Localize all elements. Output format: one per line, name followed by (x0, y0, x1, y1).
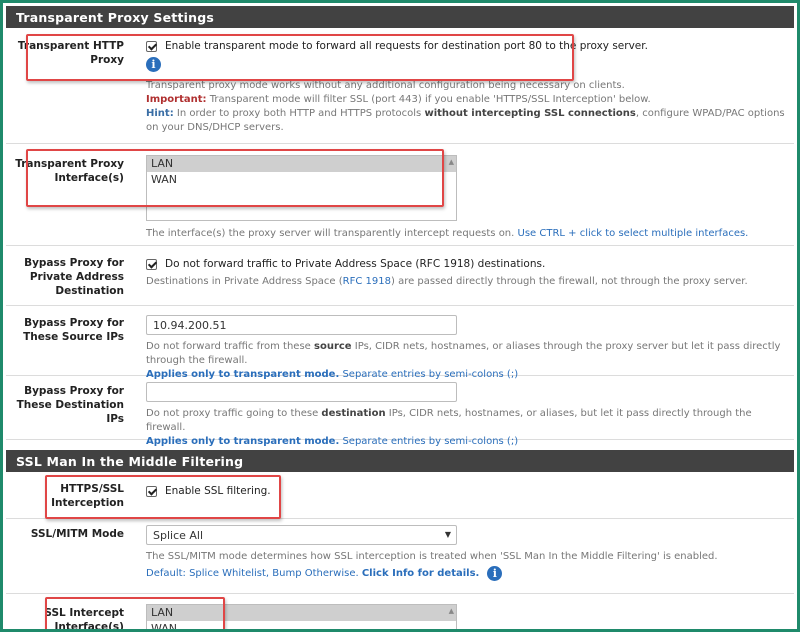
bypass-dest-input[interactable] (146, 382, 457, 402)
help-text-b: ) are passed directly through the firewa… (390, 276, 748, 287)
help-text: The SSL/MITM mode determines how SSL int… (146, 551, 718, 562)
help-text: Destinations in Private Address Space ( (146, 276, 343, 287)
section-header-transparent: Transparent Proxy Settings (6, 6, 794, 28)
field-label: Bypass Proxy for Private Address Destina… (24, 257, 124, 297)
section-header-ssl: SSL Man In the Middle Filtering (6, 450, 794, 472)
select-value: Splice All (153, 529, 204, 542)
checkbox-label: Enable transparent mode to forward all r… (165, 40, 648, 52)
scroll-up-icon[interactable]: ▲ (449, 607, 454, 615)
scroll-up-icon[interactable]: ▲ (449, 158, 454, 166)
field-label: Transparent Proxy Interface(s) (15, 158, 124, 184)
help-bold: destination (321, 408, 386, 419)
transparent-http-checkbox[interactable] (146, 40, 157, 52)
row-proxy-interface: Transparent Proxy Interface(s) LAN WAN ▲… (6, 144, 794, 246)
checkbox-label: Do not forward traffic to Private Addres… (165, 258, 546, 270)
listbox-option-wan[interactable]: WAN (147, 621, 456, 629)
help-text: Do not proxy traffic going to these (146, 408, 319, 419)
default-note: Default: Splice Whitelist, Bump Otherwis… (146, 567, 359, 579)
row-bypass-source: Bypass Proxy for These Source IPs 10.94.… (6, 306, 794, 380)
applies-note: Applies only to transparent mode. (146, 436, 340, 447)
field-label: HTTPS/SSL Interception (51, 483, 124, 509)
help-link[interactable]: Use CTRL + click to select multiple inte… (518, 228, 749, 239)
field-label: SSL/MITM Mode (30, 528, 124, 540)
help-text: Transparent proxy mode works without any… (146, 80, 625, 91)
separate-note: Separate entries by semi-colons (;) (342, 436, 519, 447)
field-label: Bypass Proxy for These Source IPs (23, 317, 124, 343)
field-label: SSL Intercept Interface(s) (44, 607, 124, 632)
section-title: SSL Man In the Middle Filtering (16, 454, 244, 469)
listbox-option-lan[interactable]: LAN (147, 156, 456, 172)
help-text: Do not forward traffic from these (146, 341, 311, 352)
listbox-option-lan[interactable]: LAN (147, 605, 456, 621)
rfc-link[interactable]: RFC 1918 (343, 276, 391, 287)
field-label: Transparent HTTP Proxy (17, 40, 124, 66)
mitm-mode-select[interactable]: Splice All ▼ (146, 525, 457, 545)
row-intercept-interface: SSL Intercept Interface(s) LAN WAN ▲ (6, 594, 794, 632)
hint-label: Hint: (146, 108, 174, 119)
field-label: Bypass Proxy for These Destination IPs (16, 385, 124, 425)
ssl-filtering-checkbox[interactable] (146, 485, 157, 497)
important-text: Transparent mode will filter SSL (port 4… (209, 94, 651, 105)
checkbox-label: Enable SSL filtering. (165, 485, 271, 497)
row-mitm-mode: SSL/MITM Mode Splice All ▼ The SSL/MITM … (6, 519, 794, 594)
info-icon[interactable]: i (487, 566, 503, 581)
help-bold: source (314, 341, 352, 352)
row-bypass-dest: Bypass Proxy for These Destination IPs D… (6, 376, 794, 447)
bypass-source-input[interactable]: 10.94.200.51 (146, 315, 457, 335)
intercept-interface-listbox[interactable]: LAN WAN ▲ (146, 604, 457, 629)
help-text: The interface(s) the proxy server will t… (146, 228, 515, 239)
chevron-down-icon: ▼ (444, 530, 451, 539)
row-bypass-private: Bypass Proxy for Private Address Destina… (6, 246, 794, 306)
row-transparent-http-proxy: Transparent HTTP Proxy Enable transparen… (6, 28, 794, 144)
proxy-interface-listbox[interactable]: LAN WAN ▲ (146, 155, 457, 221)
bypass-private-checkbox[interactable] (146, 258, 157, 270)
window-frame: Transparent Proxy Settings Transparent H… (0, 0, 800, 632)
info-icon[interactable]: i (146, 57, 161, 72)
click-info-note: Click Info for details. (361, 567, 480, 579)
listbox-option-wan[interactable]: WAN (147, 172, 456, 188)
section-title: Transparent Proxy Settings (16, 10, 215, 25)
row-https-interception: HTTPS/SSL Interception Enable SSL filter… (6, 472, 794, 519)
hint-text: In order to proxy both HTTP and HTTPS pr… (176, 108, 422, 119)
important-label: Important: (146, 94, 207, 105)
hint-bold: without intercepting SSL connections (424, 108, 636, 119)
